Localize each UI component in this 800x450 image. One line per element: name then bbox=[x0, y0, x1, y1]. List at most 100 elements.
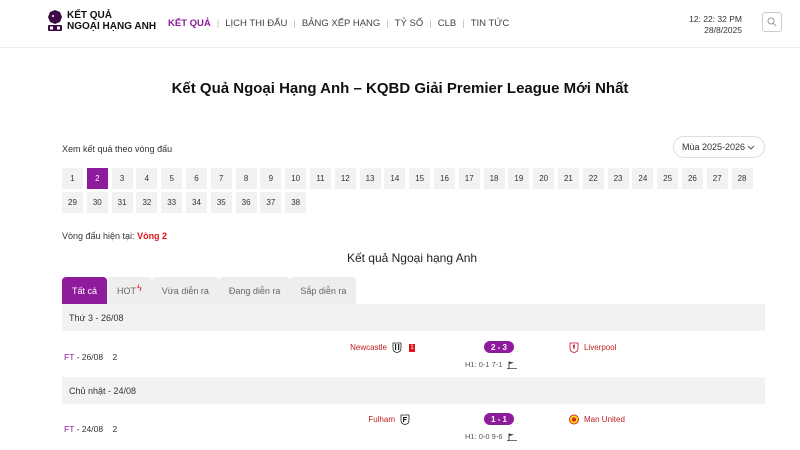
clock-date: 28/8/2025 bbox=[704, 25, 742, 35]
round-button[interactable]: 18 bbox=[483, 168, 505, 189]
away-team-name: Liverpool bbox=[584, 343, 617, 352]
round-button[interactable]: 2 bbox=[86, 168, 108, 189]
round-button[interactable]: 27 bbox=[706, 168, 728, 189]
home-team[interactable]: Fulham bbox=[368, 414, 415, 425]
round-button[interactable]: 29 bbox=[62, 192, 83, 213]
round-button[interactable]: 7 bbox=[210, 168, 232, 189]
half-time-score: H1: 0-1 7-1 bbox=[465, 360, 503, 369]
corner-flag-icon bbox=[506, 433, 517, 441]
round-button[interactable]: 4 bbox=[136, 168, 158, 189]
round-button[interactable]: 19 bbox=[508, 168, 530, 189]
round-button[interactable]: 30 bbox=[86, 192, 108, 213]
round-button[interactable]: 1 bbox=[62, 168, 83, 189]
round-button[interactable]: 8 bbox=[235, 168, 257, 189]
main-nav: KẾT QUẢ | LỊCH THI ĐẤU | BẢNG XẾP HẠNG |… bbox=[168, 18, 509, 29]
match-score[interactable]: 2 - 3 bbox=[484, 341, 514, 353]
clock-time: 12: 22: 32 PM bbox=[689, 14, 742, 24]
round-button[interactable]: 13 bbox=[359, 168, 381, 189]
brand-line-2: NGOẠI HẠNG ANH bbox=[67, 21, 157, 32]
round-button[interactable]: 36 bbox=[235, 192, 257, 213]
round-button[interactable]: 9 bbox=[260, 168, 282, 189]
brand-text: KẾT QUẢ NGOẠI HẠNG ANH bbox=[67, 10, 156, 32]
round-selector-label: Xem kết quả theo vòng đấu bbox=[62, 144, 173, 154]
liverpool-crest-icon bbox=[569, 342, 579, 353]
home-team[interactable]: Newcastle 1 bbox=[350, 342, 415, 353]
match-date: 26/08 bbox=[81, 352, 104, 362]
round-button[interactable]: 35 bbox=[210, 192, 232, 213]
round-button[interactable]: 37 bbox=[260, 192, 282, 213]
round-button[interactable]: 38 bbox=[285, 192, 307, 213]
search-button[interactable] bbox=[762, 12, 782, 32]
round-button[interactable]: 11 bbox=[309, 168, 331, 189]
match-score[interactable]: 1 - 1 bbox=[484, 413, 514, 425]
match-row[interactable]: FT - 26/08 2 Newcastle 1 2 - 3 H1: 0-1 7… bbox=[62, 332, 765, 376]
nav-divider: | bbox=[429, 18, 432, 29]
day-header-label: Chủ nhật - 24/08 bbox=[69, 385, 137, 396]
round-button[interactable]: 3 bbox=[111, 168, 133, 189]
round-button[interactable]: 16 bbox=[433, 168, 455, 189]
season-select-value: Mùa 2025-2026 bbox=[682, 142, 746, 152]
match-status-ft: FT bbox=[64, 424, 75, 434]
current-round-value: Vòng 2 bbox=[137, 231, 168, 241]
tab-recent[interactable]: Vừa diễn ra bbox=[151, 277, 219, 304]
away-team[interactable]: Man United bbox=[569, 414, 625, 425]
round-button[interactable]: 33 bbox=[161, 192, 183, 213]
match-status-ft: FT bbox=[64, 352, 75, 362]
round-button[interactable]: 26 bbox=[681, 168, 703, 189]
nav-divider: | bbox=[462, 18, 465, 29]
corner-flag-icon bbox=[506, 361, 517, 369]
tab-hot[interactable]: HOT ϟ bbox=[107, 277, 152, 304]
red-card-badge: 1 bbox=[409, 343, 415, 352]
round-button[interactable]: 17 bbox=[458, 168, 480, 189]
round-buttons: 1 2 3 4 5 6 7 8 9 10 11 12 13 14 15 16 17 18 19 20 21 22 23 24 2… bbox=[62, 168, 762, 216]
round-button[interactable]: 32 bbox=[136, 192, 158, 213]
round-button[interactable]: 21 bbox=[557, 168, 579, 189]
tab-all[interactable]: Tất cả bbox=[62, 277, 108, 304]
nav-fixtures[interactable]: LỊCH THI ĐẤU bbox=[225, 18, 287, 29]
round-button[interactable]: 15 bbox=[409, 168, 431, 189]
round-button[interactable]: 20 bbox=[533, 168, 555, 189]
tab-upcoming-label: Sắp diễn ra bbox=[300, 285, 347, 296]
tab-upcoming[interactable]: Sắp diễn ra bbox=[290, 277, 357, 304]
search-icon bbox=[767, 17, 777, 27]
half-time-score: H1: 0-0 9-6 bbox=[465, 432, 503, 441]
nav-results[interactable]: KẾT QUẢ bbox=[168, 18, 211, 29]
round-button[interactable]: 12 bbox=[334, 168, 356, 189]
match-round: 2 bbox=[112, 424, 118, 434]
round-button[interactable]: 23 bbox=[607, 168, 629, 189]
newcastle-crest-icon bbox=[392, 342, 402, 353]
season-select[interactable]: Mùa 2025-2026 bbox=[673, 136, 765, 158]
match-half-time: H1: 0-1 7-1 bbox=[465, 360, 517, 369]
round-button[interactable]: 10 bbox=[285, 168, 307, 189]
current-round: Vòng đấu hiện tại: Vòng 2 bbox=[62, 231, 167, 241]
away-team[interactable]: Liverpool bbox=[569, 342, 616, 353]
fulham-crest-icon bbox=[400, 414, 410, 425]
round-button[interactable]: 34 bbox=[185, 192, 207, 213]
filter-tabs: Tất cả HOT ϟ Vừa diễn ra Đang diễn ra Sắp… bbox=[62, 277, 357, 304]
round-button[interactable]: 14 bbox=[384, 168, 406, 189]
round-button[interactable]: 31 bbox=[111, 192, 133, 213]
round-button[interactable]: 25 bbox=[657, 168, 679, 189]
nav-clubs[interactable]: CLB bbox=[438, 18, 456, 29]
nav-divider: | bbox=[216, 18, 220, 29]
nav-divider: | bbox=[293, 18, 296, 29]
match-date: 24/08 bbox=[81, 424, 104, 434]
round-button[interactable]: 6 bbox=[185, 168, 207, 189]
round-button[interactable]: 28 bbox=[731, 168, 753, 189]
day-header-label: Thứ 3 - 26/08 bbox=[69, 312, 124, 323]
round-button[interactable]: 24 bbox=[632, 168, 654, 189]
nav-divider: | bbox=[386, 18, 389, 29]
nav-standings[interactable]: BẢNG XẾP HẠNG bbox=[302, 18, 381, 29]
home-team-name: Newcastle bbox=[350, 343, 387, 352]
nav-scores[interactable]: TỶ SỐ bbox=[395, 18, 424, 29]
round-button[interactable]: 22 bbox=[582, 168, 604, 189]
premier-league-lion-icon bbox=[48, 10, 62, 31]
site-header: KẾT QUẢ NGOẠI HẠNG ANH KẾT QUẢ | LỊCH TH… bbox=[0, 0, 800, 48]
tab-live[interactable]: Đang diễn ra bbox=[218, 277, 291, 304]
day-header: Thứ 3 - 26/08 bbox=[62, 304, 765, 331]
site-logo[interactable]: KẾT QUẢ NGOẠI HẠNG ANH bbox=[46, 10, 156, 32]
round-button[interactable]: 5 bbox=[161, 168, 183, 189]
away-team-name: Man United bbox=[584, 415, 625, 424]
match-row[interactable]: FT - 24/08 2 Fulham 1 - 1 H1: 0-0 9-6 Ma… bbox=[62, 404, 765, 448]
nav-news[interactable]: TIN TỨC bbox=[471, 18, 510, 29]
